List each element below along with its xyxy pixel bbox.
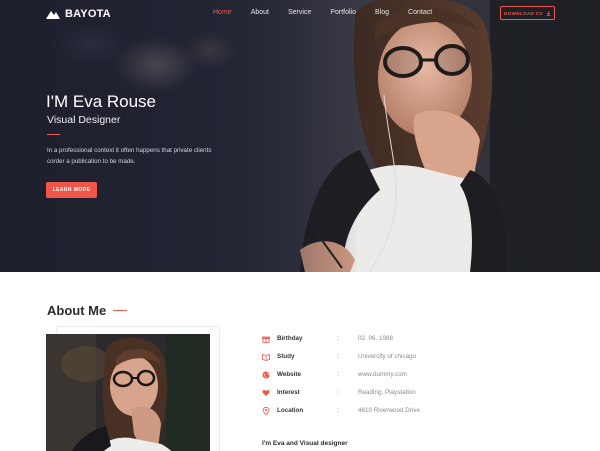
- info-value[interactable]: www.dummy.com: [358, 371, 407, 378]
- learn-more-button[interactable]: LEARN MORE: [46, 182, 97, 198]
- info-label: Study: [277, 353, 295, 360]
- gift-icon: [262, 336, 270, 343]
- info-label: Website: [277, 371, 302, 378]
- info-row-interest: Interest : Reading, Playstation: [262, 388, 462, 400]
- info-row-study: Study : Univercity of chicago: [262, 352, 462, 364]
- download-icon: [546, 10, 551, 16]
- info-colon: :: [337, 353, 339, 360]
- brand-name: BAYOTA: [65, 8, 111, 20]
- main-nav: Home About Service Portfolio Blog Contac…: [213, 9, 451, 16]
- info-value: Univercity of chicago: [358, 353, 417, 360]
- info-colon: :: [337, 371, 339, 378]
- mountain-logo-icon: [46, 11, 60, 19]
- nav-item-about[interactable]: About: [251, 9, 269, 16]
- nav-item-blog[interactable]: Blog: [375, 9, 389, 16]
- heart-icon: [262, 390, 270, 396]
- hero-section: BAYOTA Home About Service Portfolio Blog…: [0, 0, 600, 272]
- about-intro-heading: I'm Eva and Visual designer: [262, 440, 348, 447]
- info-colon: :: [337, 407, 339, 414]
- info-colon: :: [337, 335, 339, 342]
- info-label: Location: [277, 407, 304, 414]
- brand-logo[interactable]: BAYOTA: [46, 8, 111, 20]
- about-title: About Me: [47, 303, 107, 318]
- download-cv-button[interactable]: DOWNLOAD CV: [500, 6, 555, 20]
- globe-icon: [262, 371, 270, 379]
- hero-subtitle: Visual Designer: [47, 114, 121, 126]
- info-row-website: Website : www.dummy.com: [262, 370, 462, 382]
- hero-divider: [47, 134, 60, 135]
- info-value: 02. 06. 1988: [358, 335, 394, 342]
- download-cv-label: DOWNLOAD CV: [504, 10, 543, 16]
- nav-item-contact[interactable]: Contact: [408, 9, 432, 16]
- info-value: Reading, Playstation: [358, 389, 416, 396]
- hero-title: I'M Eva Rouse: [46, 92, 157, 111]
- hero-description: In a professional context it often happe…: [47, 147, 212, 165]
- info-row-location: Location : 4610 Riverwood Drive: [262, 406, 462, 418]
- about-title-divider: [113, 310, 127, 311]
- info-label: Birthday: [277, 335, 303, 342]
- info-label: Interest: [277, 389, 300, 396]
- info-row-birthday: Birthday : 02. 06. 1988: [262, 334, 462, 346]
- map-pin-icon: [262, 407, 270, 415]
- info-colon: :: [337, 389, 339, 396]
- book-icon: [262, 353, 270, 361]
- nav-item-portfolio[interactable]: Portfolio: [330, 9, 356, 16]
- nav-item-home[interactable]: Home: [213, 9, 232, 16]
- info-value: 4610 Riverwood Drive: [358, 407, 420, 414]
- nav-item-service[interactable]: Service: [288, 9, 311, 16]
- hero-overlay: [0, 0, 600, 272]
- about-photo: [46, 334, 210, 451]
